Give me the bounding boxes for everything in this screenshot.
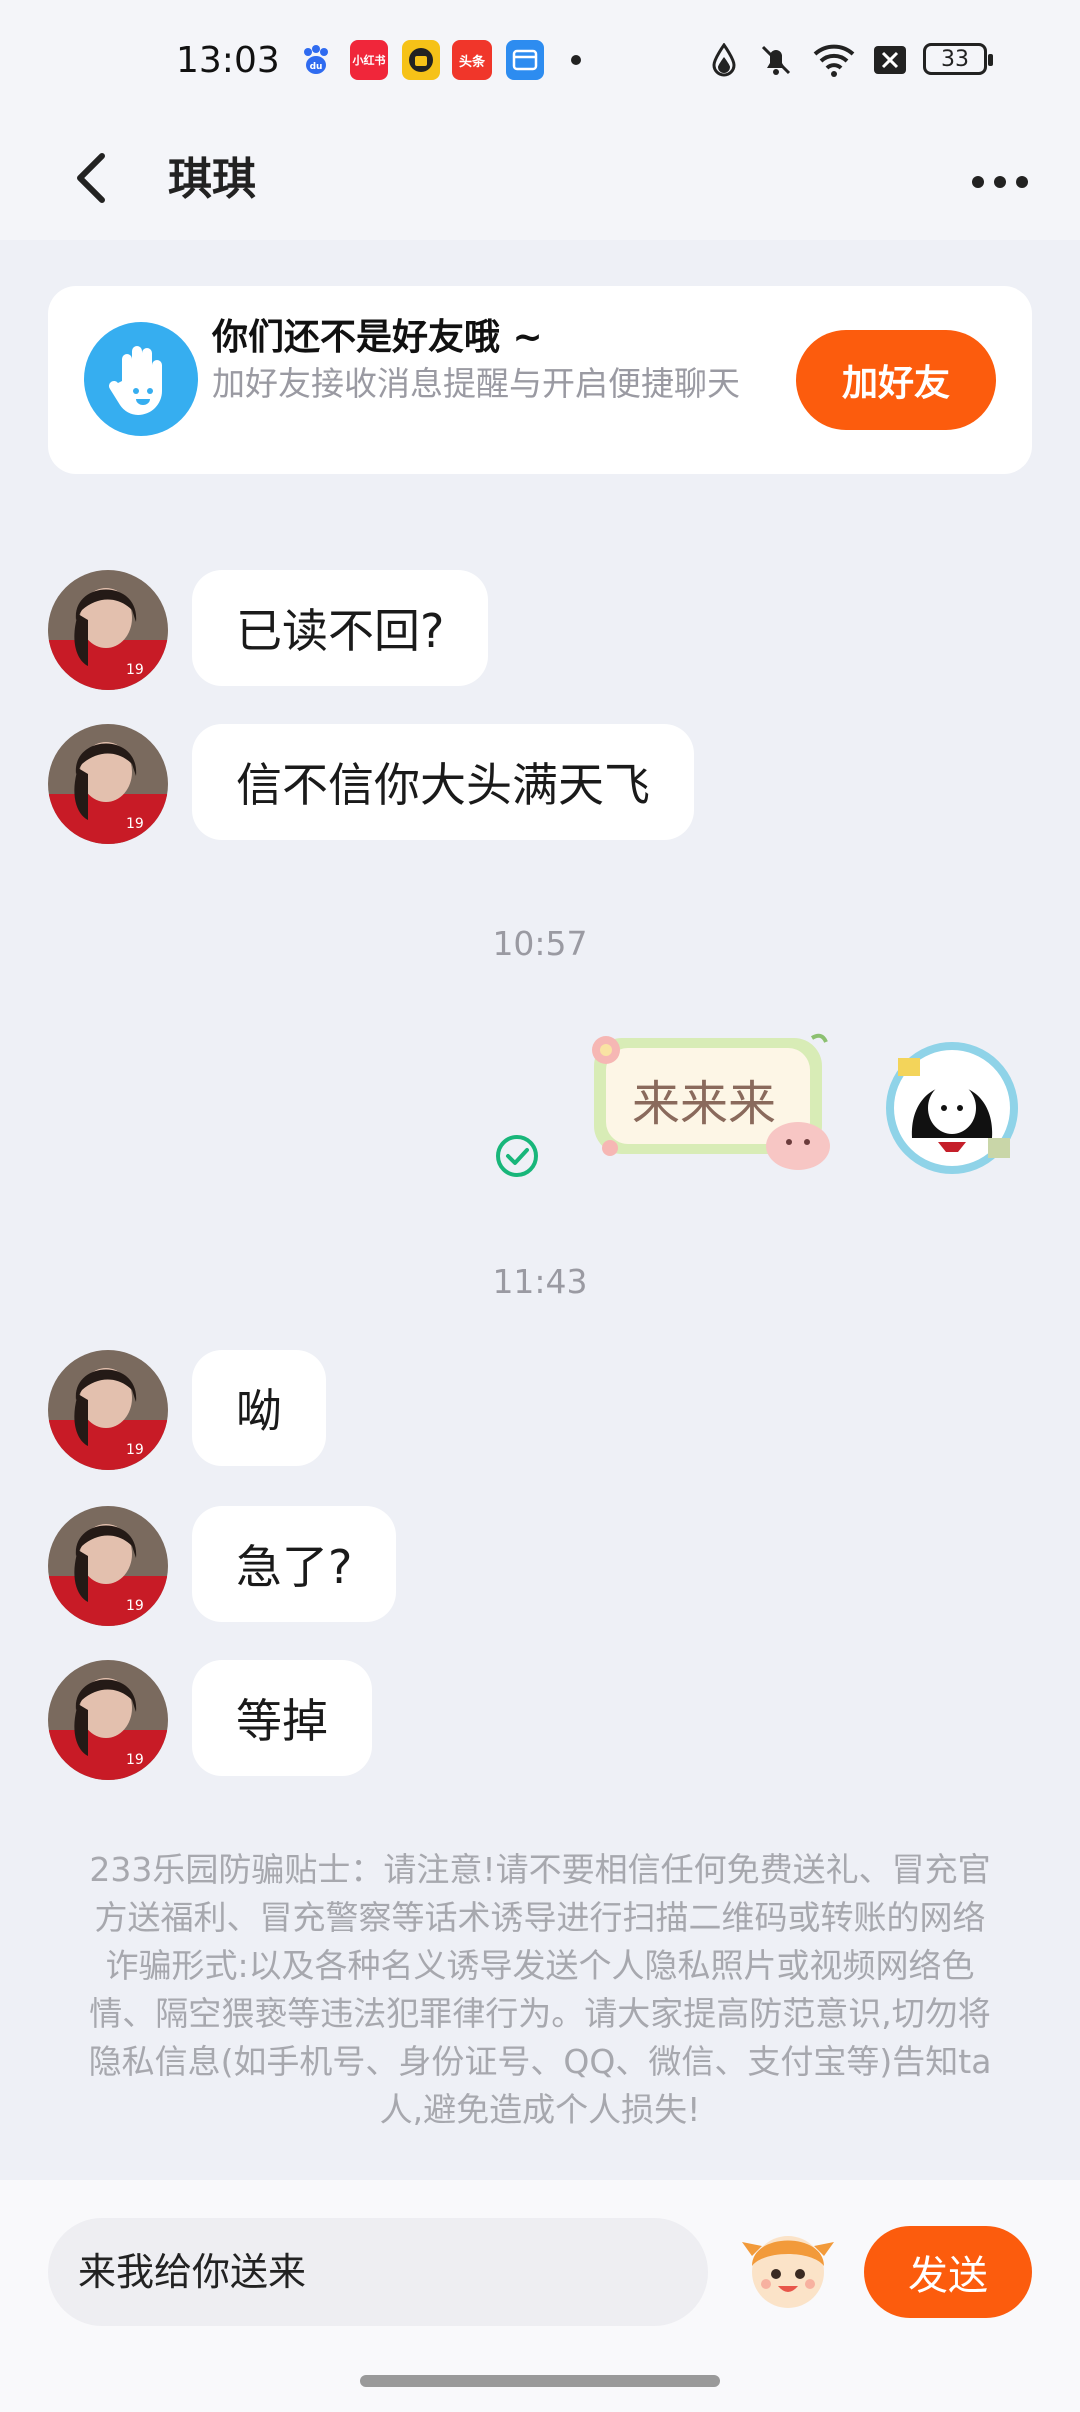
more-dots-icon: [972, 176, 1028, 188]
anti-fraud-tips: 233乐园防骗贴士：请注意!请不要相信任何免费送礼、冒充官方送福利、冒充警察等话…: [88, 1850, 992, 2129]
message-timestamp: 10:57: [492, 924, 588, 963]
chat-header: 琪琪: [0, 120, 1080, 240]
add-friend-button[interactable]: 加好友: [796, 330, 996, 430]
wifi-icon: [810, 38, 858, 82]
mute-bell-icon: [756, 38, 796, 82]
message-bubble: 呦: [192, 1350, 326, 1466]
more-options-button[interactable]: [960, 142, 1040, 222]
app-window-icon: [506, 40, 544, 80]
contact-avatar[interactable]: 19: [48, 724, 168, 844]
message-bubble: 信不信你大头满天飞: [192, 724, 694, 840]
chat-title: 琪琪: [168, 154, 256, 205]
status-bar: 13:03 du 小红书 头条 33: [0, 0, 1080, 120]
toutiao-icon: 头条: [452, 40, 492, 80]
more-notifications-dot-icon: [566, 38, 586, 82]
contact-avatar[interactable]: 19: [48, 1660, 168, 1780]
water-drop-icon: [706, 38, 742, 82]
svg-text:19: 19: [126, 662, 144, 678]
message-timestamp: 11:43: [492, 1262, 588, 1301]
emoji-button[interactable]: [738, 2216, 838, 2316]
card-title: 你们还不是好友哦 ~: [212, 317, 543, 358]
sim-x-icon: [870, 38, 910, 82]
svg-text:19: 19: [126, 1442, 144, 1458]
read-check-icon: [494, 1133, 540, 1179]
waving-hand-icon: [84, 322, 198, 436]
my-avatar[interactable]: [882, 1038, 1022, 1178]
message-bubble: 已读不回?: [192, 570, 489, 686]
xiaohongshu-icon: 小红书: [350, 40, 388, 80]
svg-text:19: 19: [126, 1752, 144, 1768]
sticker-text: 来来来: [632, 1076, 777, 1132]
contact-avatar[interactable]: 19: [48, 570, 168, 690]
card-subtitle: 加好友接收消息提醒与开启便捷聊天: [212, 364, 740, 403]
send-button[interactable]: 发送: [864, 2226, 1032, 2318]
contact-avatar[interactable]: 19: [48, 1506, 168, 1626]
svg-text:19: 19: [126, 1598, 144, 1614]
message-input[interactable]: 来我给你送来: [48, 2218, 708, 2326]
battery-indicator: 33: [923, 43, 993, 75]
contact-avatar[interactable]: 19: [48, 1350, 168, 1470]
svg-text:du: du: [310, 62, 323, 72]
message-bubble: 等掉: [192, 1660, 372, 1776]
meituan-icon: [402, 40, 440, 80]
message-bubble: 急了?: [192, 1506, 397, 1622]
sticker-message[interactable]: 来来来: [586, 1030, 846, 1170]
status-time: 13:03: [176, 40, 280, 81]
mascot-emoji-icon: [742, 2236, 834, 2308]
back-button[interactable]: [52, 138, 132, 218]
not-friend-card: 你们还不是好友哦 ~ 加好友接收消息提醒与开启便捷聊天 加好友: [48, 286, 1032, 474]
baidu-icon: du: [296, 40, 336, 80]
home-indicator: [360, 2375, 720, 2387]
chevron-left-icon: [77, 153, 105, 203]
svg-text:19: 19: [126, 816, 144, 832]
